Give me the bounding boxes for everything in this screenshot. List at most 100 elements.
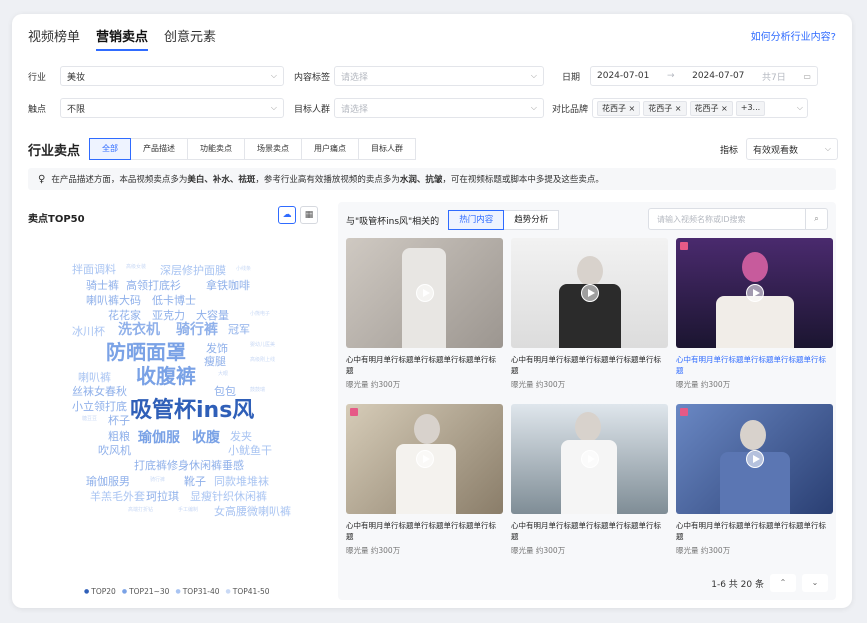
video-card[interactable]: 心中有明月单行标题单行标题单行标题单行标题 曝光量 约300万 bbox=[676, 404, 833, 560]
video-title[interactable]: 心中有明月单行标题单行标题单行标题单行标题 bbox=[346, 354, 503, 376]
brand-chip-more[interactable]: +3... bbox=[735, 100, 766, 116]
play-icon[interactable] bbox=[415, 284, 434, 302]
brand-compare-select[interactable]: 花西子 × 花西子 × 花西子 × +3... ⌵ bbox=[592, 98, 808, 118]
cloud-word[interactable]: 显瘦针织休闲裤 bbox=[190, 491, 267, 502]
cloud-word[interactable]: 小熊电子 bbox=[250, 312, 270, 317]
pill-target-audience[interactable]: 目标人群 bbox=[358, 138, 417, 160]
search-icon[interactable]: ⌕ bbox=[805, 209, 827, 229]
cloud-word[interactable]: 婴幼儿医美 bbox=[250, 343, 275, 348]
video-title[interactable]: 心中有明月单行标题单行标题单行标题单行标题 bbox=[511, 354, 668, 376]
pill-function[interactable]: 功能卖点 bbox=[187, 138, 246, 160]
play-icon[interactable] bbox=[745, 450, 764, 468]
play-icon[interactable] bbox=[580, 450, 599, 468]
cloud-word[interactable]: 同款堆堆袜 bbox=[214, 476, 269, 487]
cloud-word[interactable]: 花花家 bbox=[108, 310, 141, 321]
cloud-word[interactable]: 靴子 bbox=[184, 476, 206, 487]
tab-hot-content[interactable]: 热门内容 bbox=[448, 210, 505, 230]
pill-scene[interactable]: 场景卖点 bbox=[244, 138, 303, 160]
video-thumbnail[interactable] bbox=[346, 404, 503, 514]
tab-creative-elements[interactable]: 创意元素 bbox=[164, 26, 216, 51]
cloud-word[interactable]: 拿铁咖啡 bbox=[206, 280, 250, 291]
cloud-word[interactable]: 收腹裤 bbox=[136, 366, 196, 386]
cloud-word[interactable]: 高级女装 bbox=[126, 265, 146, 270]
video-title[interactable]: 心中有明月单行标题单行标题单行标题单行标题 bbox=[346, 520, 503, 542]
cloud-word[interactable]: 瑜伽服男 bbox=[86, 476, 130, 487]
pill-pain-point[interactable]: 用户痛点 bbox=[301, 138, 360, 160]
table-view-icon[interactable]: ▦ bbox=[300, 206, 318, 224]
cloud-word[interactable]: 防晒面罩 bbox=[106, 342, 186, 362]
video-thumbnail[interactable] bbox=[511, 404, 668, 514]
cloud-word[interactable]: 拌面调料 bbox=[72, 264, 116, 275]
help-link[interactable]: 如何分析行业内容? bbox=[751, 28, 836, 43]
cloud-word[interactable]: 骑士裤 bbox=[86, 280, 119, 291]
tab-trend-analysis[interactable]: 趋势分析 bbox=[503, 210, 560, 230]
cloud-word[interactable]: 洗衣机 bbox=[118, 323, 160, 337]
cloud-word[interactable]: 收腹 bbox=[192, 431, 220, 445]
cloud-word[interactable]: 吸管杯ins风 bbox=[130, 400, 254, 422]
cloud-word[interactable]: 喇叭裤大码 bbox=[86, 295, 141, 306]
chevron-up-icon[interactable]: ⌃ bbox=[770, 574, 796, 592]
content-tag-select[interactable]: 请选择 ⌵ bbox=[334, 66, 544, 86]
cloud-word[interactable]: 发夹 bbox=[230, 431, 252, 442]
cloud-word[interactable]: 深层修护面膜 bbox=[160, 265, 226, 276]
cloud-word[interactable]: 吹风机 bbox=[98, 445, 131, 456]
video-thumbnail[interactable] bbox=[346, 238, 503, 348]
cloud-word[interactable]: 珂拉琪 bbox=[146, 491, 179, 502]
play-icon[interactable] bbox=[415, 450, 434, 468]
video-thumbnail[interactable] bbox=[676, 404, 833, 514]
play-icon[interactable] bbox=[580, 284, 599, 302]
metric-select[interactable]: 有效观看数 ⌵ bbox=[746, 138, 838, 160]
cloud-word[interactable]: 手工编制 bbox=[178, 508, 198, 513]
cloud-word[interactable]: 高端打折钻 bbox=[128, 508, 153, 513]
cloud-word[interactable]: 瘦腿 bbox=[204, 356, 226, 367]
tab-video-ranking[interactable]: 视频榜单 bbox=[28, 26, 80, 51]
cloud-word[interactable]: 小立领打底 bbox=[72, 401, 127, 412]
cloud-word[interactable]: 小线条 bbox=[236, 267, 251, 272]
cloud-word[interactable]: 包包 bbox=[214, 386, 236, 397]
video-thumbnail[interactable] bbox=[511, 238, 668, 348]
pill-all[interactable]: 全部 bbox=[89, 138, 132, 160]
brand-chip[interactable]: 花西子 × bbox=[597, 100, 641, 116]
video-title[interactable]: 心中有明月单行标题单行标题单行标题单行标题 bbox=[676, 354, 833, 376]
cloud-word[interactable]: 打底裤修身休闲裤垂感 bbox=[134, 460, 244, 471]
play-icon[interactable] bbox=[745, 284, 764, 302]
cloud-word[interactable]: 羊羔毛外套 bbox=[90, 491, 145, 502]
tab-marketing-points[interactable]: 营销卖点 bbox=[96, 26, 149, 51]
video-card[interactable]: 心中有明月单行标题单行标题单行标题单行标题 曝光量 约300万 bbox=[346, 404, 503, 560]
industry-select[interactable]: 美妆 ⌵ bbox=[60, 66, 284, 86]
cloud-view-icon[interactable]: ☁ bbox=[278, 206, 296, 224]
cloud-word[interactable]: 高领打底衫 bbox=[126, 280, 181, 291]
cloud-word[interactable]: 发饰 bbox=[206, 343, 228, 354]
cloud-word[interactable]: 骑行裤 bbox=[150, 478, 165, 483]
cloud-word[interactable]: 鼓鼓瑞 bbox=[250, 388, 265, 393]
video-card[interactable]: 心中有明月单行标题单行标题单行标题单行标题 曝光量 约300万 bbox=[676, 238, 833, 394]
cloud-word[interactable]: 冠军 bbox=[228, 324, 250, 335]
video-card[interactable]: 心中有明月单行标题单行标题单行标题单行标题 曝光量 约300万 bbox=[511, 238, 668, 394]
video-card[interactable]: 心中有明月单行标题单行标题单行标题单行标题 曝光量 约300万 bbox=[346, 238, 503, 394]
cloud-word[interactable]: 高级刚上线 bbox=[250, 358, 275, 363]
cloud-word[interactable]: 骑行裤 bbox=[176, 323, 218, 337]
cloud-word[interactable]: 女高腰微喇叭裤 bbox=[214, 506, 291, 517]
video-search-input[interactable]: 请输入视频名称或ID搜索 ⌕ bbox=[648, 208, 828, 230]
brand-chip[interactable]: 花西子 × bbox=[643, 100, 687, 116]
video-title[interactable]: 心中有明月单行标题单行标题单行标题单行标题 bbox=[511, 520, 668, 542]
cloud-word[interactable]: 粗粮 bbox=[108, 431, 130, 442]
pill-product-desc[interactable]: 产品描述 bbox=[130, 138, 189, 160]
video-card[interactable]: 心中有明月单行标题单行标题单行标题单行标题 曝光量 约300万 bbox=[511, 404, 668, 560]
brand-chip[interactable]: 花西子 × bbox=[689, 100, 733, 116]
cloud-word[interactable]: 大眼 bbox=[218, 372, 228, 377]
cloud-word[interactable]: 杯子 bbox=[108, 415, 130, 426]
date-range-picker[interactable]: 2024-07-01 → 2024-07-07 共7日 ▭ bbox=[590, 66, 818, 86]
cloud-word[interactable]: 瑜伽服 bbox=[138, 431, 180, 445]
video-thumbnail[interactable] bbox=[676, 238, 833, 348]
cloud-word[interactable]: 丝袜女春秋 bbox=[72, 386, 127, 397]
target-audience-select[interactable]: 请选择 ⌵ bbox=[334, 98, 544, 118]
cloud-word[interactable]: 小鱿鱼干 bbox=[228, 445, 272, 456]
cloud-word[interactable]: 喇叭裤 bbox=[78, 372, 111, 383]
cloud-word[interactable]: 糖豆豆 bbox=[82, 417, 97, 422]
touchpoint-select[interactable]: 不限 ⌵ bbox=[60, 98, 284, 118]
cloud-word[interactable]: 大容量 bbox=[196, 310, 229, 321]
cloud-word[interactable]: 亚克力 bbox=[152, 310, 185, 321]
video-title[interactable]: 心中有明月单行标题单行标题单行标题单行标题 bbox=[676, 520, 833, 542]
cloud-word[interactable]: 低卡博士 bbox=[152, 295, 196, 306]
